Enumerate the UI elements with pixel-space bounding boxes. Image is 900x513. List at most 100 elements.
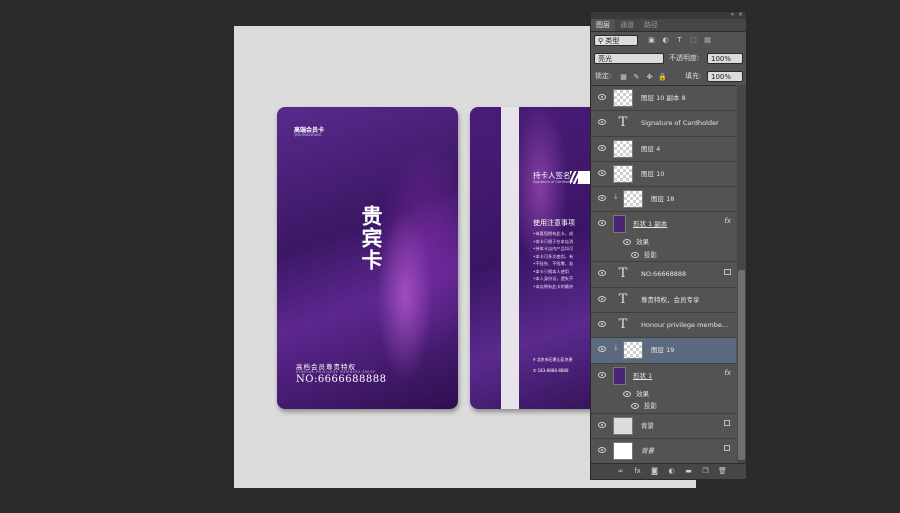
- layer-name: 形状 1: [633, 371, 653, 380]
- lock-paint-icon[interactable]: ✎: [632, 73, 641, 82]
- lock-all-icon[interactable]: 🔒: [658, 73, 667, 82]
- panel-tabs: 图层 通道 路径: [591, 19, 746, 32]
- layer-row[interactable]: T 尊贵特权，会员专享: [591, 288, 736, 314]
- filter-text-icon[interactable]: T: [675, 36, 684, 45]
- fx-icon[interactable]: fx: [724, 217, 731, 225]
- signature-label-en: Signature of Cardholder: [533, 180, 575, 184]
- text-layer-icon: T: [618, 115, 628, 131]
- blend-mode-select[interactable]: 亮光: [594, 53, 664, 64]
- layer-name: Honour privilege membe...: [641, 321, 729, 330]
- tab-layers[interactable]: 图层: [591, 19, 615, 31]
- fx-icon[interactable]: fx: [724, 369, 731, 377]
- eye-icon[interactable]: [598, 144, 606, 151]
- scrollbar-thumb[interactable]: [738, 270, 745, 460]
- lock-transparent-icon[interactable]: ▦: [619, 73, 628, 82]
- layer-row[interactable]: ↓ 图层 18: [591, 187, 736, 213]
- eye-icon[interactable]: [598, 446, 606, 453]
- layer-row-selected[interactable]: ↓ 图层 19: [591, 338, 736, 364]
- dropshadow-row[interactable]: 投影: [591, 400, 736, 413]
- eye-icon[interactable]: [598, 346, 606, 353]
- location-icon: ⌾: [533, 357, 536, 362]
- eye-icon[interactable]: [631, 252, 639, 259]
- filter-shape-icon[interactable]: ⬚: [689, 36, 698, 45]
- layer-thumbnail: [613, 89, 633, 107]
- eye-icon[interactable]: [623, 390, 631, 397]
- layer-name: 背景: [641, 421, 654, 430]
- filter-smart-icon[interactable]: ▤: [703, 36, 712, 45]
- close-icon[interactable]: ×: [738, 11, 743, 18]
- address-value: 北京市石景山区京原: [536, 357, 573, 362]
- layer-row[interactable]: T Honour privilege membe...: [591, 313, 736, 339]
- address-text: ⌾ 北京市石景山区京原: [533, 357, 573, 363]
- layer-row[interactable]: T NO:66668888: [591, 262, 736, 288]
- eye-icon[interactable]: [623, 239, 631, 246]
- eye-icon[interactable]: [631, 403, 639, 410]
- eye-icon[interactable]: [598, 220, 606, 227]
- shape-thumbnail: [613, 366, 626, 385]
- layer-row[interactable]: 形状 1 fx 效果 投影: [591, 364, 736, 414]
- layer-row[interactable]: T Signature of Cardholder: [591, 111, 736, 137]
- layer-name: 形状 1 副本: [633, 220, 668, 229]
- dropshadow-label: 投影: [644, 402, 657, 411]
- effects-row[interactable]: 效果: [591, 388, 736, 401]
- add-mask-icon[interactable]: ◙: [650, 467, 659, 476]
- smart-object-icon: [724, 269, 731, 276]
- notice-item: •本店拥有此卡的最终: [533, 283, 574, 289]
- dropshadow-row[interactable]: 投影: [591, 249, 736, 262]
- opacity-input[interactable]: 100%: [707, 53, 743, 64]
- lock-position-icon[interactable]: ✥: [645, 73, 654, 82]
- layer-row[interactable]: 图层 10: [591, 162, 736, 188]
- link-layers-icon[interactable]: ∞: [616, 467, 625, 476]
- layer-row[interactable]: 图层 10 副本 8: [591, 86, 736, 112]
- adjustment-layer-icon[interactable]: ◐: [667, 467, 676, 476]
- eye-icon[interactable]: [598, 321, 606, 328]
- layers-scrollbar[interactable]: [737, 85, 746, 465]
- new-layer-icon[interactable]: ❐: [701, 467, 710, 476]
- panel-bottombar: ∞ fx ◙ ◐ ▬ ❐ 🗑: [591, 463, 746, 479]
- filter-value: 类型: [605, 37, 620, 45]
- layer-row[interactable]: 形状 1 副本 fx 效果 投影: [591, 212, 736, 263]
- notice-item: •本卡只限于在本店消: [533, 238, 574, 244]
- lock-icon: [724, 444, 730, 451]
- text-layer-icon: T: [618, 317, 628, 333]
- add-style-fx-icon[interactable]: fx: [633, 467, 642, 476]
- layer-name: 背景: [641, 446, 654, 455]
- fill-label: 填充:: [685, 72, 702, 80]
- fill-input[interactable]: 100%: [707, 71, 743, 82]
- new-group-icon[interactable]: ▬: [684, 467, 693, 476]
- eye-icon[interactable]: [598, 421, 606, 428]
- notice-item: •恭喜您拥有此卡，成: [533, 231, 574, 236]
- layer-name: NO:66668888: [641, 270, 687, 279]
- effects-label: 效果: [636, 238, 649, 247]
- eye-icon[interactable]: [598, 295, 606, 302]
- layer-row[interactable]: 背景: [591, 414, 736, 439]
- layer-row[interactable]: 背景: [591, 439, 736, 465]
- eye-icon[interactable]: [598, 94, 606, 100]
- lock-icon: [724, 419, 730, 426]
- layer-name: 图层 4: [641, 144, 661, 153]
- collapse-icon[interactable]: «: [730, 11, 734, 18]
- layer-name: 图层 10 副本 8: [641, 94, 686, 102]
- trash-icon[interactable]: 🗑: [718, 467, 727, 476]
- eye-icon[interactable]: [598, 270, 606, 277]
- eye-icon[interactable]: [598, 371, 606, 378]
- layers-list: 图层 10 副本 8 T Signature of Cardholder 图层 …: [591, 85, 736, 466]
- notice-item: •本卡可多次使用，有: [533, 253, 574, 259]
- notice-item: •本卡只限本人使用: [533, 268, 569, 274]
- notice-item: •持本卡店内产品均可: [533, 246, 574, 251]
- eye-icon[interactable]: [598, 195, 606, 202]
- notice-list: •恭喜您拥有此卡，成 •本卡只限于在本店消 •持本卡店内产品均可 •本卡可多次使…: [533, 230, 573, 290]
- eye-icon[interactable]: [598, 119, 606, 126]
- filter-pixel-icon[interactable]: ▣: [647, 36, 656, 45]
- filter-adjust-icon[interactable]: ◐: [661, 36, 670, 45]
- tab-channels[interactable]: 通道: [615, 19, 639, 31]
- lock-row: 锁定: ▦ ✎ ✥ 🔒 填充: 100%: [591, 68, 746, 86]
- layer-row[interactable]: 图层 4: [591, 137, 736, 162]
- panel-titlebar: « ×: [591, 11, 746, 19]
- effects-row[interactable]: 效果: [591, 236, 736, 249]
- notice-item: •不挂失、不找零，若: [533, 261, 574, 266]
- eye-icon[interactable]: [598, 169, 606, 176]
- layer-filter-select[interactable]: ⚲ 类型: [594, 35, 638, 46]
- clipping-mask-icon: ↓: [613, 344, 619, 353]
- tab-paths[interactable]: 路径: [639, 19, 663, 31]
